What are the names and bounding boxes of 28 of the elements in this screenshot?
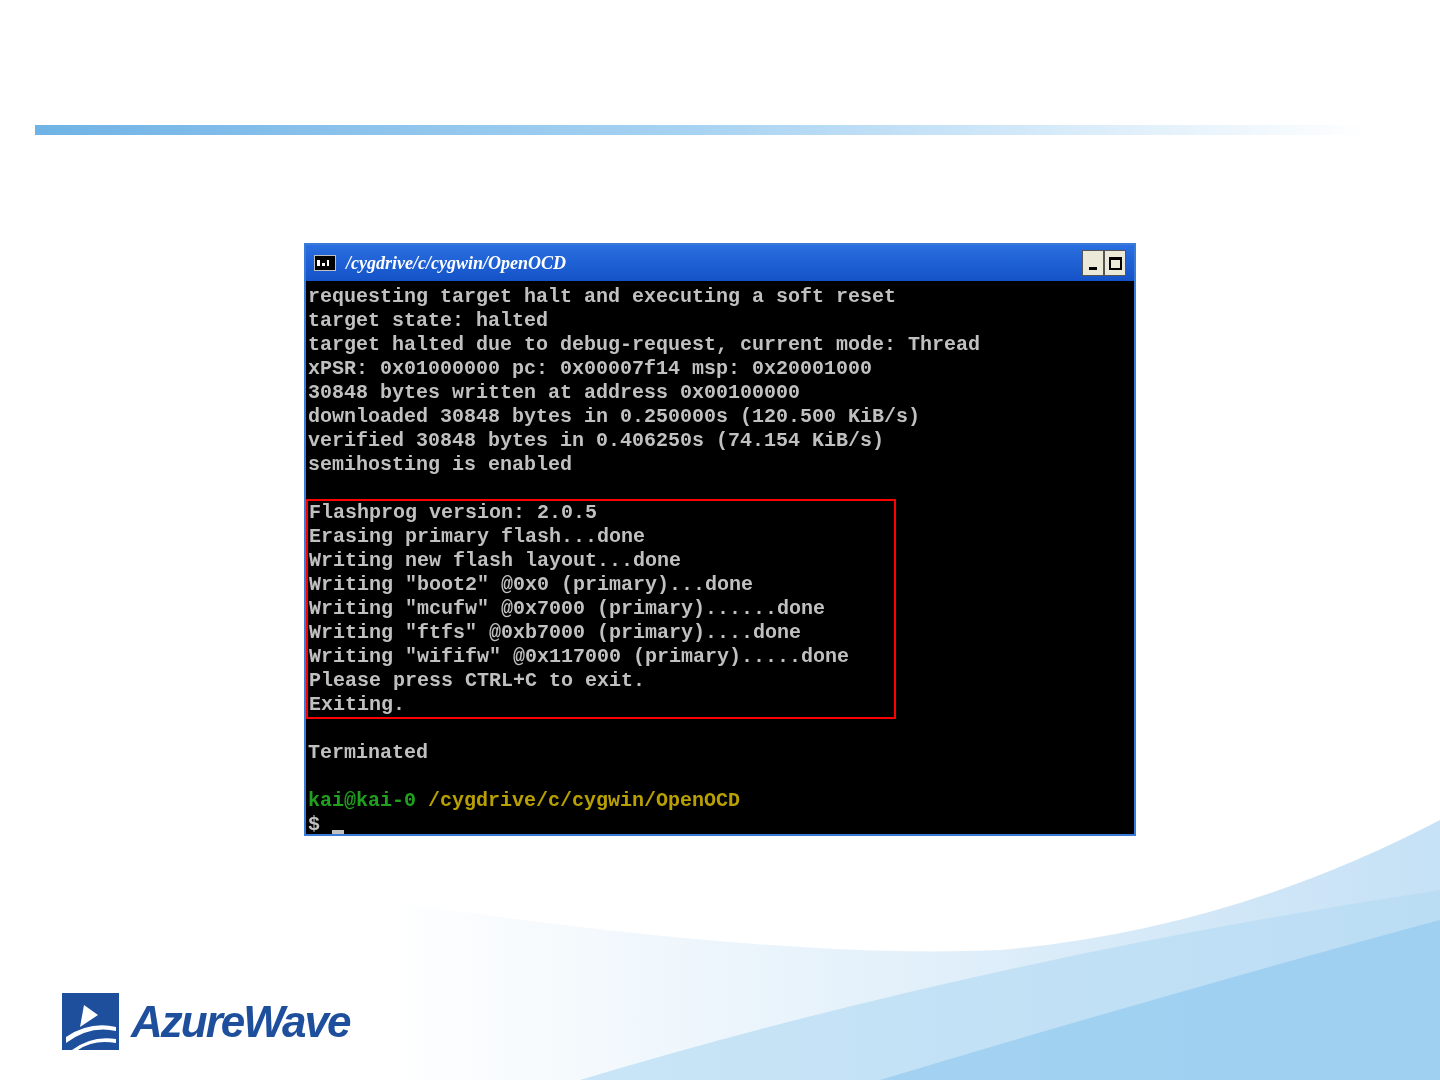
prompt-user: kai@kai-0	[308, 789, 417, 813]
terminal-line: Writing "ftfs" @0xb7000 (primary)....done	[309, 621, 802, 645]
minimize-button[interactable]	[1082, 250, 1104, 276]
terminal-line: downloaded 30848 bytes in 0.250000s (120.500 KiB/s)	[308, 405, 921, 429]
prompt-path: /cygdrive/c/cygwin/OpenOCD	[428, 789, 741, 813]
terminal-line: Flashprog version: 2.0.5	[309, 501, 598, 525]
terminal-line: 30848 bytes written at address 0x00100000	[308, 381, 801, 405]
maximize-button[interactable]	[1104, 250, 1126, 276]
window-title: /cygdrive/c/cygwin/OpenOCD	[346, 251, 566, 275]
terminal-line: Please press CTRL+C to exit.	[309, 669, 646, 693]
terminal-line: Writing "wififw" @0x117000 (primary).....done	[309, 645, 850, 669]
terminal-line: Writing "boot2" @0x0 (primary)...done	[309, 573, 754, 597]
logo-emblem-icon	[62, 993, 119, 1050]
terminal-line: Exiting.	[309, 693, 405, 717]
terminal-line: Terminated	[308, 741, 429, 765]
console-icon	[314, 255, 336, 271]
terminal-line: target halted due to debug-request, current mode: Thread	[308, 333, 981, 357]
terminal-line: verified 30848 bytes in 0.406250s (74.154 KiB/s)	[308, 429, 885, 453]
terminal-line: semihosting is enabled	[308, 453, 573, 477]
terminal-line: Writing new flash layout...done	[309, 549, 682, 573]
terminal-line: Writing "mcufw" @0x7000 (primary)......done	[309, 597, 826, 621]
terminal-line: requesting target halt and executing a soft reset	[308, 285, 897, 309]
logo-text: AzureWave	[131, 999, 350, 1044]
prompt-symbol: $	[308, 813, 320, 837]
terminal-line: target state: halted	[308, 309, 549, 333]
terminal-line: xPSR: 0x01000000 pc: 0x00007f14 msp: 0x20001000	[308, 357, 873, 381]
text-cursor	[332, 830, 344, 834]
terminal-line: Erasing primary flash...done	[309, 525, 646, 549]
